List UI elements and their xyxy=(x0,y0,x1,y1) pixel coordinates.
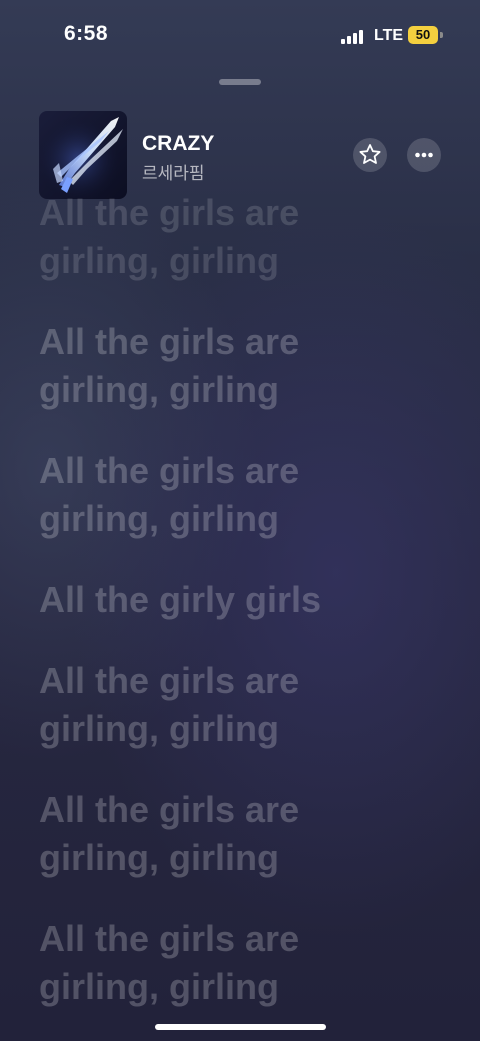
lyric-line[interactable]: All the girls are girling, girling xyxy=(39,915,459,1011)
album-art-image xyxy=(39,111,127,199)
lyric-text: girling, girling xyxy=(39,837,279,878)
sheet-grabber[interactable] xyxy=(219,79,261,85)
status-time: 6:58 xyxy=(64,22,109,45)
lyric-text: girling, girling xyxy=(39,498,279,539)
favorite-button[interactable] xyxy=(353,138,387,172)
lyric-line[interactable]: All the girls are girling, girling xyxy=(39,657,459,753)
status-bar: 6:58 LTE 50 xyxy=(0,0,480,70)
album-art[interactable] xyxy=(39,111,127,199)
lyric-text: All the girls are xyxy=(39,918,300,959)
lyric-line[interactable]: All the girls are girling, girling xyxy=(39,447,459,543)
battery-level: 50 xyxy=(415,27,431,42)
lyric-text: girling, girling xyxy=(39,708,279,749)
network-type: LTE xyxy=(374,27,404,44)
lyric-text: All the girls are xyxy=(39,660,300,701)
lyric-line[interactable]: All the girls are girling, girling xyxy=(39,786,459,882)
lyric-text: All the girls are xyxy=(39,197,300,233)
lyric-text: All the girly girls xyxy=(39,579,322,620)
cellular-signal-icon xyxy=(341,30,365,44)
track-artist[interactable]: 르세라핌 xyxy=(142,159,205,184)
lyric-line[interactable]: All the girly girls xyxy=(39,576,459,624)
star-icon xyxy=(359,144,381,164)
more-options-button[interactable] xyxy=(407,138,441,172)
lyric-text: All the girls are xyxy=(39,789,300,830)
home-indicator[interactable] xyxy=(155,1024,326,1030)
lyrics-list: All the girls are girling, girling All the… xyxy=(39,197,459,1027)
lyrics-view[interactable]: All the girls are girling, girling All the… xyxy=(39,197,459,1027)
lyric-text: girling, girling xyxy=(39,369,279,410)
ellipsis-icon xyxy=(415,152,433,158)
track-title[interactable]: CRAZY xyxy=(142,132,214,156)
lyric-line[interactable]: All the girls are girling, girling xyxy=(39,197,459,285)
battery-icon: 50 xyxy=(408,26,438,44)
lyric-text: girling, girling xyxy=(39,966,279,1007)
battery-cap xyxy=(440,32,443,38)
lyric-text: girling, girling xyxy=(39,240,279,281)
lyric-text: All the girls are xyxy=(39,450,300,491)
lyric-line[interactable]: All the girls are girling, girling xyxy=(39,318,459,414)
lyric-text: All the girls are xyxy=(39,321,300,362)
